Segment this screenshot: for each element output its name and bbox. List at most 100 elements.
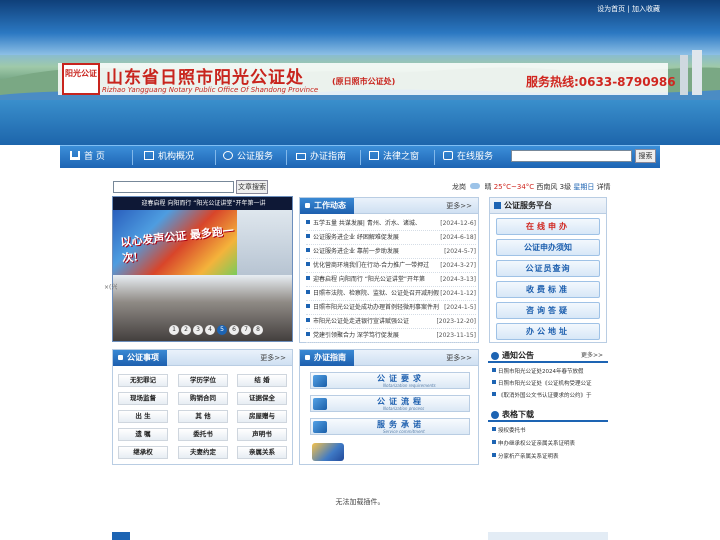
apply-online-button[interactable]: 在线申办 [496,218,600,235]
nav-online[interactable]: 在线服务 [443,146,493,169]
weather-detail-link[interactable]: 详情 [597,183,611,191]
news-item[interactable]: 市阳光公证处走进银行宣讲赋强公证 [2023-12-20] [306,315,476,329]
slide-dot[interactable]: 3 [193,325,203,335]
site-title: 山东省日照市阳光公证处 [106,68,304,88]
news-item[interactable]: 公证服务进企业 靠前一步助发展 [2024-5-7] [306,245,476,259]
slide-image-room [237,210,292,275]
platform-icon [494,202,501,209]
document-icon [313,375,327,387]
news-item[interactable]: 优化营商环境我们在行动-合力推广一带押过 [2024-3-27] [306,259,476,273]
more-link[interactable]: 更多>> [446,350,472,366]
news-item[interactable]: 日照市法院、检察院、监狱、公证处召开减刑假 [2024-1-12] [306,287,476,301]
matter-item[interactable]: 购销合同 [178,392,228,405]
nav-home[interactable]: 首 页 [70,146,105,169]
panel-title: 办证指南 [300,350,354,366]
work-news-panel: 工作动态 更多>> 五学五量 共谋发展| 青州、沂水、诸城、 [2024-12-6]… [299,197,479,343]
service-platform-panel: 公证服务平台 在线申办 公证申办须知 公证员查询 收费标准 咨询答疑 办公地址 [489,197,607,343]
image-slider[interactable]: 以心发声公证 最多跑一次! 迎春启程 向阳而行 “阳光公证讲堂”开年第一讲 12… [112,196,293,342]
guide-process-button[interactable]: 公证流程 Notarization process [310,395,470,412]
more-link[interactable]: 更多>> [260,350,286,366]
building-icon [144,151,154,160]
matter-item[interactable]: 房屋赠与 [237,410,287,423]
weather-widget: 龙岗 晴 25°C~34°C 西南风 3级 星期日 详情 [452,183,611,191]
slide-pager: 12345678 [169,325,265,335]
card-icon [296,153,306,160]
slide-dot-active[interactable]: 5 [217,325,227,335]
more-link[interactable]: 更多>> [581,349,603,363]
slide-dot[interactable]: 1 [169,325,179,335]
home-icon [70,151,80,160]
matter-item[interactable]: 现场监督 [118,392,168,405]
office-address-button[interactable]: 办公地址 [496,323,600,340]
matter-item[interactable]: 无犯罪记 [118,374,168,387]
online-icon [443,151,453,160]
logo-seal: 阳光公证 [62,63,100,95]
notary-lookup-button[interactable]: 公证员查询 [496,260,600,277]
notice-item[interactable]: 《取消外国公文书认证要求的公约》于 [492,391,606,402]
matter-item[interactable]: 出 生 [118,410,168,423]
nav-about[interactable]: 机构概况 [144,146,194,169]
check-icon [223,151,233,160]
nav-law[interactable]: 法律之窗 [369,146,419,169]
cloud-icon [470,183,481,189]
notice-item[interactable]: 日照市阳光公证处2024年春节放假 [492,367,606,378]
matter-item[interactable]: 亲属关系 [237,446,287,459]
footer-bar [112,532,130,540]
apply-notice-button[interactable]: 公证申办须知 [496,239,600,256]
slide-dot[interactable]: 7 [241,325,251,335]
download-icon [491,411,499,419]
flow-icon [313,398,327,410]
matter-item[interactable]: 声明书 [237,428,287,441]
add-favorite-link[interactable]: 加入收藏 [632,5,660,13]
matter-item[interactable]: 其 他 [178,410,228,423]
site-title-english: Rizhao Yangguang Notary Public Office Of… [102,86,319,94]
matter-item[interactable]: 学历学位 [178,374,228,387]
matter-item[interactable]: 夫妻约定 [178,446,228,459]
news-item[interactable]: 公证服务进企业 纾困解难促发展 [2024-6-18] [306,231,476,245]
footer-panel [488,532,608,540]
faq-button[interactable]: 咨询答疑 [496,302,600,319]
article-search-button[interactable]: 文章搜索 [236,180,268,194]
download-panel: 表格下载 授权委托书 申办继承权公证亲属关系证明表 分家析产亲属关系证明表 [488,408,608,466]
guide-requirements-button[interactable]: 公证要求 Notarization requirements [310,372,470,389]
notary-matters-panel: 公证事项 更多>> 无犯罪记 学历学位 结 婚 现场监督 购销合同 证据保全 出 … [112,349,293,465]
guide-commitment-button[interactable]: 服务承诺 Service commitment [310,418,470,435]
article-search-input[interactable] [113,181,234,193]
slide-dot[interactable]: 8 [253,325,263,335]
matter-item[interactable]: 结 婚 [237,374,287,387]
nav-services[interactable]: 公证服务 [223,146,273,169]
nav-guide[interactable]: 办证指南 [296,146,346,169]
matter-item[interactable]: 证据保全 [237,392,287,405]
nav-search-input[interactable] [511,150,632,162]
promise-icon [313,421,327,433]
download-item[interactable]: 分家析产亲属关系证明表 [492,452,606,463]
nav-search-button[interactable]: 搜索 [635,149,656,163]
slide-dot[interactable]: 6 [229,325,239,335]
notice-panel: 通知公告 更多>> 日照市阳光公证处2024年春节放假 日照市阳光公证处《公证机构… [488,349,608,405]
set-homepage-link[interactable]: 设为首页 [597,5,625,13]
matter-item[interactable]: 委托书 [178,428,228,441]
news-item[interactable]: 党建引领聚合力 深学笃行促发展 [2023-11-15] [306,329,476,343]
download-item[interactable]: 授权委托书 [492,426,606,437]
slide-dot[interactable]: 2 [181,325,191,335]
slide-dot[interactable]: 4 [205,325,215,335]
matter-item[interactable]: 遗 嘱 [118,428,168,441]
news-item[interactable]: 迎春启程 向阳而行 “阳光公证讲堂”开年第 [2024-3-13] [306,273,476,287]
download-item[interactable]: 申办继承权公证亲属关系证明表 [492,439,606,450]
notice-item[interactable]: 日照市阳光公证处《公证机构受理公证 [492,379,606,390]
top-links: 设为首页 | 加入收藏 [597,5,660,13]
news-item[interactable]: 五学五量 共谋发展| 青州、沂水、诸城、 [2024-12-6] [306,217,476,231]
site-title-sub: (原日照市公证处) [332,77,396,86]
stray-text: ×(兴 [104,284,118,291]
matter-item[interactable]: 继承权 [118,446,168,459]
panel-title: 工作动态 [300,198,354,214]
hotline: 服务热线:0633-8790986 [526,75,676,89]
slide-image-banner: 以心发声公证 最多跑一次! [113,210,237,275]
more-link[interactable]: 更多>> [446,198,472,214]
fee-standard-button[interactable]: 收费标准 [496,281,600,298]
pen-document-icon [312,443,344,461]
slide-caption[interactable]: 迎春启程 向阳而行 “阳光公证讲堂”开年第一讲 [113,197,292,210]
news-item[interactable]: 日照市阳光公证处成功办理首例轻微刑事案件刑 [2024-1-5] [306,301,476,315]
window-icon [369,151,379,160]
panel-title: 公证事项 [113,350,167,366]
